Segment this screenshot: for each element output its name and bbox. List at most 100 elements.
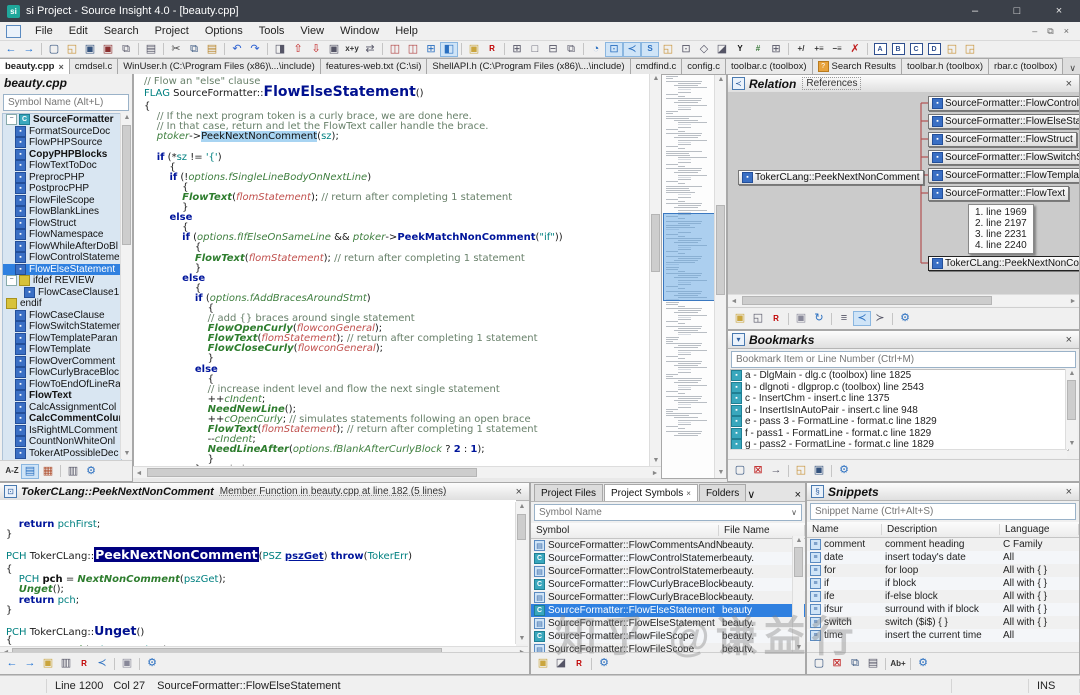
symbol-item[interactable]: −CSourceFormatter — [3, 114, 121, 126]
relation-horizontal-scrollbar[interactable]: ◄► — [728, 294, 1079, 306]
project-tab-project-symbols[interactable]: Project Symbols× — [604, 484, 698, 501]
context-window-toggle-icon[interactable]: ◫ — [404, 42, 422, 57]
nav-back-icon[interactable]: ← — [3, 656, 21, 671]
paste-icon[interactable]: ▤ — [203, 42, 221, 57]
context-code-area[interactable]: return pchFirst;} PCH TokerCLang::PeekNe… — [0, 500, 516, 646]
editor-horizontal-scrollbar[interactable]: ◄► — [133, 466, 661, 478]
bookmarks-close-button[interactable]: × — [1063, 334, 1075, 346]
delete-lines-icon[interactable]: ✗ — [846, 42, 864, 57]
line-reference-box[interactable]: 1. line 19692. line 21973. line 22314. l… — [968, 204, 1034, 254]
nav-forward-icon[interactable]: → — [21, 656, 39, 671]
symbol-item[interactable]: −ifdef REVIEW — [3, 275, 121, 287]
book-view-icon[interactable]: ▥ — [64, 464, 82, 479]
project-symbol-row[interactable]: ▤SourceFormatter::FlowControlStatementbe… — [531, 565, 805, 578]
tab-close-icon[interactable]: × — [686, 489, 691, 498]
reformat-icon[interactable]: R — [483, 42, 501, 57]
project-tab-project-files[interactable]: Project Files — [534, 484, 603, 501]
column-symbol[interactable]: Symbol — [531, 525, 719, 536]
snippet-search-input[interactable] — [811, 506, 1075, 517]
new-bookmark-icon[interactable]: ▢ — [731, 463, 749, 478]
symbol-item[interactable]: ▪CountNonWhiteOnl — [3, 436, 121, 448]
save-as-icon[interactable]: ▣ — [99, 42, 117, 57]
doc-props-icon[interactable]: ▣ — [325, 42, 343, 57]
style-a-icon[interactable]: A — [871, 42, 889, 57]
line-reference[interactable]: 3. line 2231 — [975, 229, 1027, 240]
merge-tool-icon[interactable]: Y — [731, 42, 749, 57]
minimap-scrollbar[interactable]: ▲▼ — [714, 75, 726, 478]
menu-file[interactable]: File — [27, 25, 61, 37]
indent-plus-icon[interactable]: +≡ — [810, 42, 828, 57]
edit-snippet-icon[interactable]: ▤ — [864, 656, 882, 671]
activate-window-icon[interactable]: ◧ — [440, 42, 458, 57]
bookmark-item[interactable]: ▪c - InsertChm - insert.c line 1375 — [731, 393, 1068, 405]
nav-back-icon[interactable]: ← — [2, 42, 20, 57]
window-tile-icon[interactable]: ⊞ — [508, 42, 526, 57]
relation-tab-label[interactable]: References — [802, 77, 861, 90]
snippet-row[interactable]: ≡ifsursurround with if blockAll with { } — [807, 603, 1079, 616]
file-tab[interactable]: ShellAPI.h (C:\Program Files (x86)\...\i… — [426, 58, 630, 74]
bookmark-item[interactable]: ▪a - DlgMain - dlg.c (toolbox) line 1825 — [731, 370, 1068, 382]
file-tab[interactable]: rbar.c (toolbox) — [988, 58, 1063, 74]
relation-root-node[interactable]: ▪TokerCLang::PeekNextNonComment — [738, 170, 924, 185]
doc-compare-icon[interactable]: ◨ — [271, 42, 289, 57]
goto-bookmark-icon[interactable]: → — [767, 463, 785, 478]
symbol-item[interactable]: ▪FlowToEndOfLineRa — [3, 379, 121, 391]
symbol-item[interactable]: ▪FlowFileScope — [3, 195, 121, 207]
copy-icon[interactable]: ⧉ — [185, 42, 203, 57]
symbol-item[interactable]: ▪CalcCommentColur — [3, 413, 121, 425]
bookmark-horizontal-scrollbar[interactable] — [730, 449, 1067, 458]
indent-minus-icon[interactable]: −≡ — [828, 42, 846, 57]
column-name[interactable]: Name — [807, 524, 882, 535]
menu-help[interactable]: Help — [387, 25, 426, 37]
new-icon[interactable]: ◪ — [552, 656, 570, 671]
lock-context-icon[interactable]: ▣ — [465, 42, 483, 57]
drag-scroll-icon[interactable]: ◇ — [695, 42, 713, 57]
project-symbol-row[interactable]: ▤SourceFormatter::FlowCurlyBraceBlockbea… — [531, 591, 805, 604]
relation-node[interactable]: ▪SourceFormatter::FlowElseStatement — [928, 114, 1079, 129]
reformat-icon[interactable]: R — [75, 656, 93, 671]
mdi-minimize-button[interactable]: – — [1027, 26, 1042, 36]
snippet-row[interactable]: ≡forfor loopAll with { } — [807, 564, 1079, 577]
style-d-icon[interactable]: D — [925, 42, 943, 57]
project-vertical-scrollbar[interactable]: ▲▼ — [792, 536, 804, 653]
menu-search[interactable]: Search — [96, 25, 147, 37]
symbol-item[interactable]: ▪PreprocPHP — [3, 172, 121, 184]
snippets-close-button[interactable]: × — [1063, 486, 1075, 498]
symbol-item[interactable]: ▪FlowText — [3, 390, 121, 402]
settings-icon[interactable]: ⚙ — [896, 311, 914, 326]
project-tab-overflow-icon[interactable]: ∨ — [747, 488, 755, 501]
bookmark-item[interactable]: ▪f - pass1 - FormatLine - format.c line … — [731, 428, 1068, 440]
line-reference[interactable]: 4. line 2240 — [975, 240, 1027, 251]
symbol-item[interactable]: ▪FlowCaseClause — [3, 310, 121, 322]
nav-forward-icon[interactable]: → — [20, 42, 38, 57]
project-symbol-row[interactable]: CSourceFormatter::FlowFileScopebeauty. — [531, 630, 805, 643]
reformat-icon[interactable]: R — [570, 656, 588, 671]
new-relation-icon[interactable]: ◱ — [749, 311, 767, 326]
project-symbol-row[interactable]: ▤SourceFormatter::FlowCommentsAndNewLine… — [531, 539, 805, 552]
bookmark-item[interactable]: ▪b - dlgnoti - dlgprop.c (toolbox) line … — [731, 382, 1068, 394]
group-view-icon[interactable]: ▦ — [39, 464, 57, 479]
window-split-icon[interactable]: ⊟ — [544, 42, 562, 57]
code-editor[interactable]: // Flow an "else" clauseFLAG SourceForma… — [133, 74, 649, 466]
print-icon[interactable]: ▤ — [142, 42, 160, 57]
undo-icon[interactable]: ↶ — [228, 42, 246, 57]
file-tab[interactable]: cmdfind.c — [630, 58, 683, 74]
project-tab-folders[interactable]: Folders — [699, 484, 746, 501]
snippet-row[interactable]: ≡switchswitch ($i$) { }All with { } — [807, 616, 1079, 629]
window-maximize-button[interactable]: □ — [996, 0, 1038, 22]
window-close-button[interactable]: × — [1038, 0, 1080, 22]
folder-new-icon[interactable]: ◲ — [961, 42, 979, 57]
chevron-down-icon[interactable]: ∨ — [787, 508, 801, 517]
mdi-restore-button[interactable]: ⧉ — [1042, 26, 1058, 37]
tab-overflow-icon[interactable]: ∨ — [1063, 63, 1080, 74]
bookmark-item[interactable]: ▪d - InsertIsInAutoPair - insert.c line … — [731, 405, 1068, 417]
symbol-item[interactable]: ▪TokerAtPossibleDec — [3, 448, 121, 460]
relation-graph-canvas[interactable]: ▪SourceFormatter::FlowControlStatemen▪So… — [728, 92, 1079, 294]
folder-browse-icon[interactable]: ◱ — [943, 42, 961, 57]
project-symbol-row[interactable]: CSourceFormatter::FlowControlStatementbe… — [531, 552, 805, 565]
project-symbol-row[interactable]: CSourceFormatter::FlowElseStatementbeaut… — [531, 604, 805, 617]
line-reference[interactable]: 1. line 1969 — [975, 207, 1027, 218]
snippet-row[interactable]: ≡dateinsert today's dateAll — [807, 551, 1079, 564]
symbol-tree-scrollbar[interactable]: ▲▼ — [120, 113, 132, 459]
symbol-item[interactable]: ▪FlowSwitchStatemer — [3, 321, 121, 333]
